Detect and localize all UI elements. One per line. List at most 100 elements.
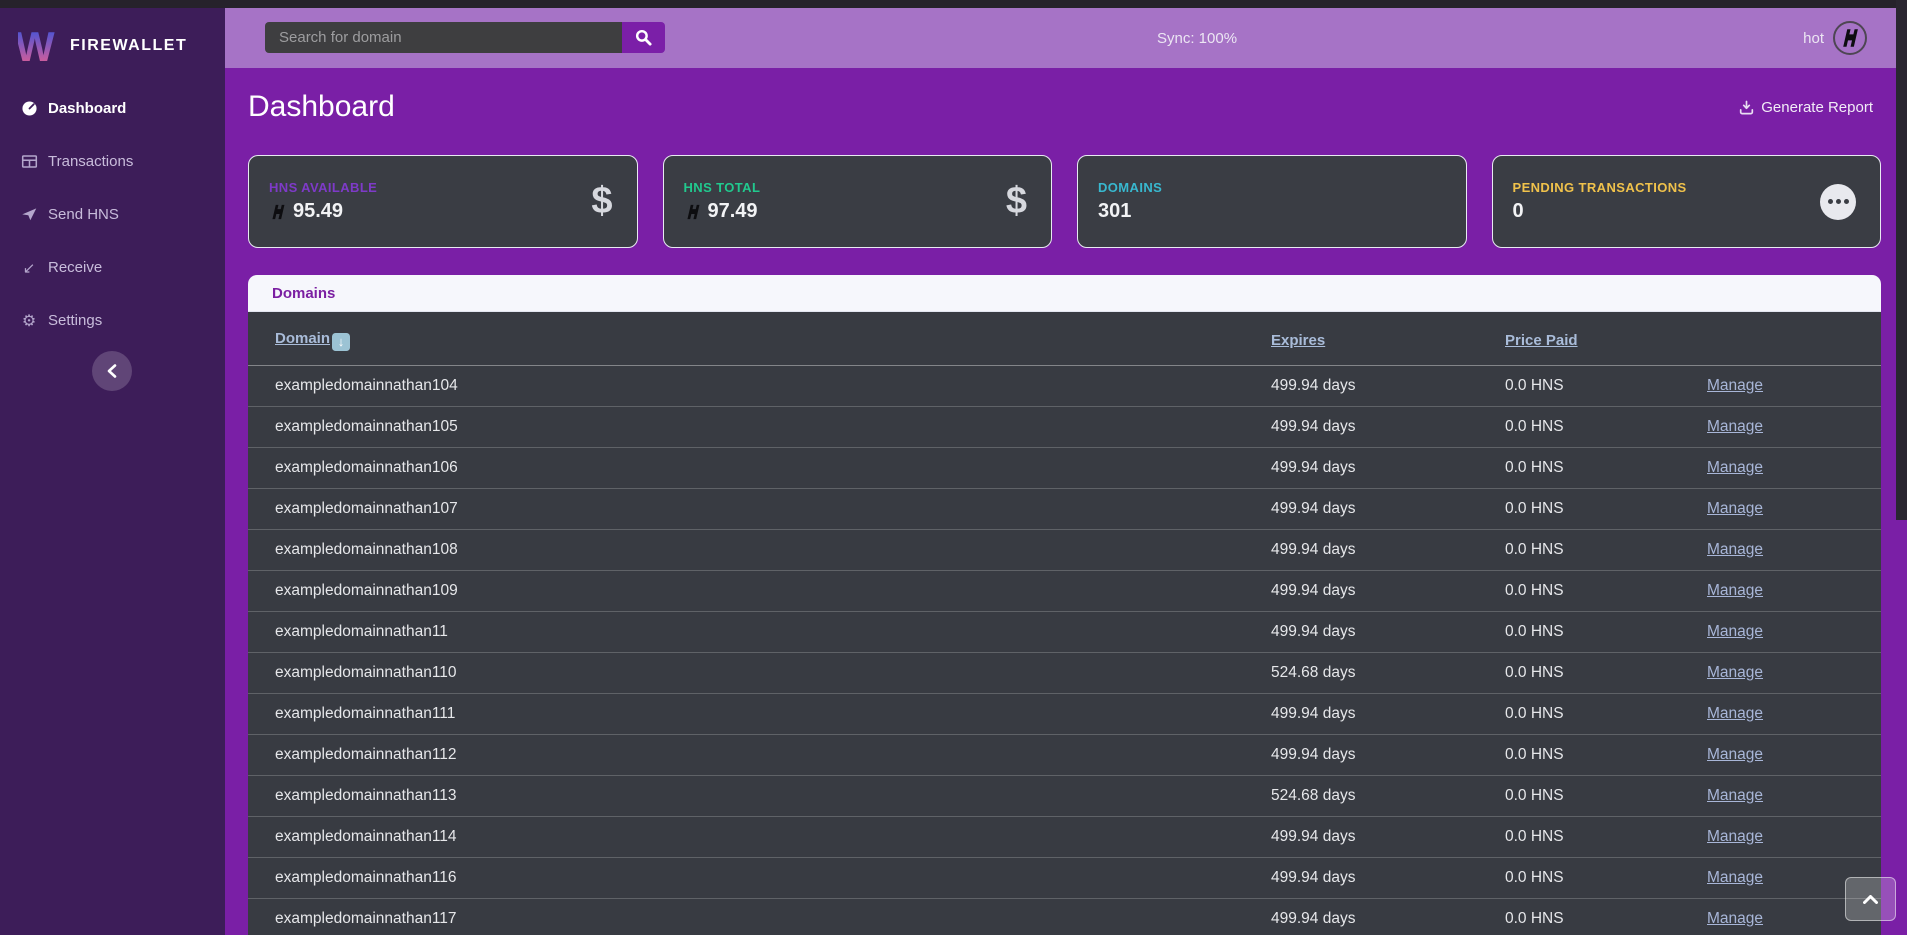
table-row: exampledomainnathan117499.94 days0.0 HNS… bbox=[248, 898, 1881, 935]
table-header-row: Domain↓ Expires Price Paid bbox=[248, 312, 1881, 365]
ellipsis-icon[interactable] bbox=[1820, 184, 1856, 220]
domains-card-title: Domains bbox=[272, 285, 335, 302]
manage-link[interactable]: Manage bbox=[1707, 582, 1763, 599]
stat-cards-row: HNS AVAILABLE 95.49 $ HNS TOTAL 97.49 $ … bbox=[248, 155, 1881, 248]
expires-cell: 499.94 days bbox=[1259, 693, 1493, 734]
manage-link[interactable]: Manage bbox=[1707, 746, 1763, 763]
table-icon bbox=[20, 153, 38, 171]
manage-link[interactable]: Manage bbox=[1707, 377, 1763, 394]
manage-link[interactable]: Manage bbox=[1707, 869, 1763, 886]
expires-cell: 499.94 days bbox=[1259, 898, 1493, 935]
sidebar-item-label: Dashboard bbox=[48, 100, 126, 117]
stat-card-hns-available: HNS AVAILABLE 95.49 $ bbox=[248, 155, 638, 248]
manage-link[interactable]: Manage bbox=[1707, 541, 1763, 558]
brand[interactable]: W FIREWALLET bbox=[0, 8, 225, 70]
manage-link[interactable]: Manage bbox=[1707, 459, 1763, 476]
column-header-domain[interactable]: Domain bbox=[275, 330, 330, 347]
generate-report-label: Generate Report bbox=[1761, 99, 1873, 116]
window-top-strip bbox=[0, 0, 1907, 8]
manage-link[interactable]: Manage bbox=[1707, 623, 1763, 640]
stat-label: PENDING TRANSACTIONS bbox=[1513, 180, 1687, 195]
expires-cell: 499.94 days bbox=[1259, 365, 1493, 406]
price-paid-cell: 0.0 HNS bbox=[1493, 652, 1695, 693]
page-title: Dashboard bbox=[248, 90, 395, 124]
table-row: exampledomainnathan11499.94 days0.0 HNSM… bbox=[248, 611, 1881, 652]
sidebar-item-transactions[interactable]: Transactions bbox=[0, 135, 225, 188]
sidebar-item-settings[interactable]: ⚙ Settings bbox=[0, 294, 225, 347]
price-paid-cell: 0.0 HNS bbox=[1493, 488, 1695, 529]
search-group bbox=[265, 22, 665, 53]
manage-link[interactable]: Manage bbox=[1707, 787, 1763, 804]
sidebar-item-dashboard[interactable]: Dashboard bbox=[0, 82, 225, 135]
gear-icon: ⚙ bbox=[20, 312, 38, 330]
manage-link[interactable]: Manage bbox=[1707, 500, 1763, 517]
expires-cell: 499.94 days bbox=[1259, 857, 1493, 898]
table-row: exampledomainnathan112499.94 days0.0 HNS… bbox=[248, 734, 1881, 775]
table-row: exampledomainnathan104499.94 days0.0 HNS… bbox=[248, 365, 1881, 406]
table-row: exampledomainnathan107499.94 days0.0 HNS… bbox=[248, 488, 1881, 529]
down-arrow-emoji: ↓ bbox=[332, 333, 350, 351]
price-paid-cell: 0.0 HNS bbox=[1493, 611, 1695, 652]
search-button[interactable] bbox=[622, 22, 665, 53]
price-paid-cell: 0.0 HNS bbox=[1493, 529, 1695, 570]
manage-cell: Manage bbox=[1695, 406, 1881, 447]
domains-table: Domain↓ Expires Price Paid exampledomain… bbox=[248, 312, 1881, 935]
stat-card-pending-transactions: PENDING TRANSACTIONS 0 bbox=[1492, 155, 1882, 248]
dollar-sign-icon: $ bbox=[1006, 180, 1027, 223]
sidebar-item-label: Transactions bbox=[48, 153, 133, 170]
sidebar-item-receive[interactable]: ↙ Receive bbox=[0, 241, 225, 294]
stat-card-hns-total: HNS TOTAL 97.49 $ bbox=[663, 155, 1053, 248]
domain-cell: exampledomainnathan116 bbox=[248, 857, 1259, 898]
column-header-price-paid[interactable]: Price Paid bbox=[1505, 332, 1578, 349]
table-row: exampledomainnathan114499.94 days0.0 HNS… bbox=[248, 816, 1881, 857]
search-input[interactable] bbox=[265, 22, 622, 53]
stat-value: 97.49 bbox=[708, 200, 758, 223]
domain-cell: exampledomainnathan108 bbox=[248, 529, 1259, 570]
svg-text:W: W bbox=[18, 25, 55, 67]
scroll-to-top-button[interactable] bbox=[1845, 877, 1896, 921]
paper-plane-icon bbox=[20, 206, 38, 224]
sidebar-collapse-button[interactable] bbox=[92, 351, 132, 391]
wallet-name: hot bbox=[1803, 30, 1824, 47]
expires-cell: 499.94 days bbox=[1259, 406, 1493, 447]
manage-link[interactable]: Manage bbox=[1707, 910, 1763, 927]
domain-cell: exampledomainnathan105 bbox=[248, 406, 1259, 447]
dollar-sign-icon: $ bbox=[591, 180, 612, 223]
manage-cell: Manage bbox=[1695, 611, 1881, 652]
table-row: exampledomainnathan109499.94 days0.0 HNS… bbox=[248, 570, 1881, 611]
manage-cell: Manage bbox=[1695, 816, 1881, 857]
manage-link[interactable]: Manage bbox=[1707, 664, 1763, 681]
page-head: Dashboard Generate Report bbox=[248, 90, 1873, 124]
generate-report-button[interactable]: Generate Report bbox=[1739, 99, 1873, 116]
sync-status: Sync: 100% bbox=[1157, 8, 1237, 68]
table-row: exampledomainnathan116499.94 days0.0 HNS… bbox=[248, 857, 1881, 898]
stat-value: 0 bbox=[1513, 200, 1524, 223]
manage-link[interactable]: Manage bbox=[1707, 418, 1763, 435]
expires-cell: 499.94 days bbox=[1259, 488, 1493, 529]
wallet-area[interactable]: hot bbox=[1803, 8, 1867, 68]
manage-cell: Manage bbox=[1695, 775, 1881, 816]
manage-link[interactable]: Manage bbox=[1707, 705, 1763, 722]
firewallet-w-logo: W bbox=[18, 25, 58, 67]
domain-cell: exampledomainnathan11 bbox=[248, 611, 1259, 652]
hns-logo-icon bbox=[684, 203, 702, 221]
price-paid-cell: 0.0 HNS bbox=[1493, 693, 1695, 734]
manage-cell: Manage bbox=[1695, 488, 1881, 529]
price-paid-cell: 0.0 HNS bbox=[1493, 816, 1695, 857]
vertical-scrollbar[interactable] bbox=[1896, 0, 1907, 520]
table-row: exampledomainnathan105499.94 days0.0 HNS… bbox=[248, 406, 1881, 447]
manage-cell: Manage bbox=[1695, 570, 1881, 611]
manage-link[interactable]: Manage bbox=[1707, 828, 1763, 845]
sidebar-item-send-hns[interactable]: Send HNS bbox=[0, 188, 225, 241]
price-paid-cell: 0.0 HNS bbox=[1493, 570, 1695, 611]
manage-cell: Manage bbox=[1695, 529, 1881, 570]
domain-cell: exampledomainnathan113 bbox=[248, 775, 1259, 816]
chevron-left-icon bbox=[107, 364, 117, 378]
table-row: exampledomainnathan106499.94 days0.0 HNS… bbox=[248, 447, 1881, 488]
expires-cell: 499.94 days bbox=[1259, 529, 1493, 570]
expires-cell: 499.94 days bbox=[1259, 816, 1493, 857]
stat-label: HNS TOTAL bbox=[684, 180, 761, 195]
domains-table-body: exampledomainnathan104499.94 days0.0 HNS… bbox=[248, 365, 1881, 935]
sidebar: W FIREWALLET Dashboard Transactions Send… bbox=[0, 8, 225, 935]
column-header-expires[interactable]: Expires bbox=[1271, 332, 1325, 349]
